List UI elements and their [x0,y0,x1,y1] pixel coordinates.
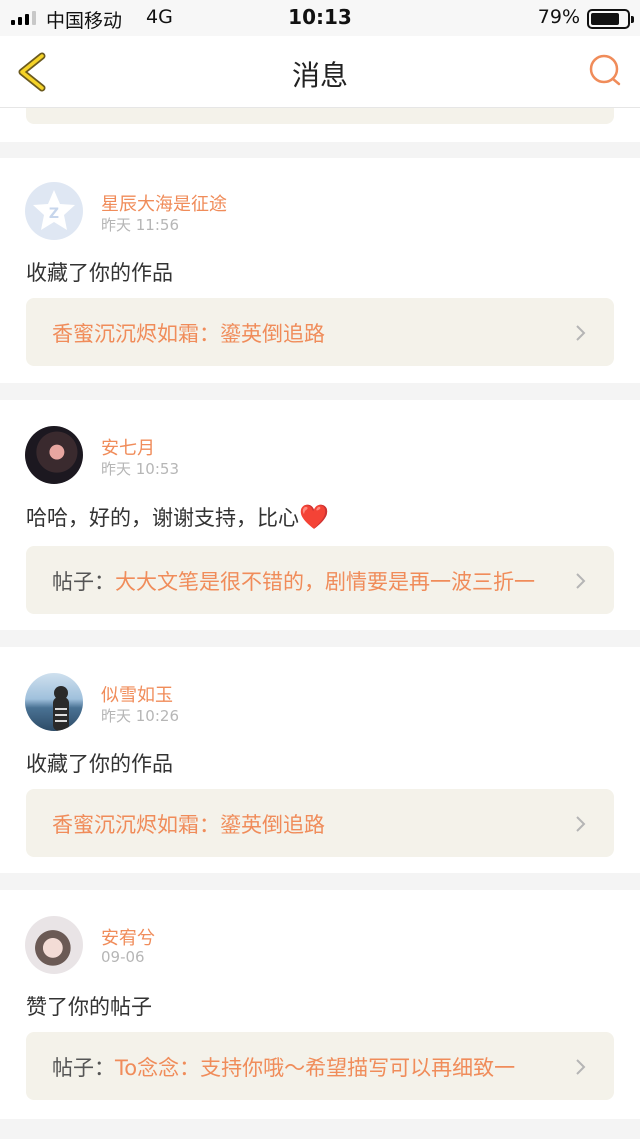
chevron-right-icon [576,1059,586,1075]
avatar-image [53,686,69,731]
battery-icon [587,9,634,29]
chevron-right-icon [576,573,586,589]
message-card-partial [0,108,640,142]
reference-text: 帖子：大大文笔是很不错的，剧情要是再一波三折一 [52,566,582,596]
reference-box[interactable]: 香蜜沉沉烬如霜：鎏英倒追路 [26,789,614,857]
username[interactable]: 安宥兮 [101,924,155,950]
reference-prefix: 帖子： [52,570,115,594]
reference-box-partial [26,108,614,124]
message-card[interactable]: 安宥兮 09-06 赞了你的帖子 帖子：To念念：支持你哦～希望描写可以再细致一 [0,890,640,1119]
reference-box[interactable]: 帖子：大大文笔是很不错的，剧情要是再一波三折一 [26,546,614,614]
message-card[interactable]: Z 星辰大海是征途 昨天 11:56 收藏了你的作品 香蜜沉沉烬如霜：鎏英倒追路 [0,158,640,383]
message-content: 收藏了你的作品 [26,261,173,285]
avatar[interactable]: Z [25,182,83,240]
timestamp: 昨天 10:26 [101,707,179,725]
message-card[interactable]: 安七月 昨天 10:53 哈哈，好的，谢谢支持，比心❤️ 帖子：大大文笔是很不错… [0,400,640,630]
message-content: 哈哈，好的，谢谢支持，比心❤️ [26,502,329,532]
message-content: 收藏了你的作品 [26,752,173,776]
navigation-bar: 消息 [0,36,640,108]
reference-text: 香蜜沉沉烬如霜：鎏英倒追路 [52,318,582,348]
timestamp: 昨天 10:53 [101,460,179,478]
message-card[interactable]: 似雪如玉 昨天 10:26 收藏了你的作品 香蜜沉沉烬如霜：鎏英倒追路 [0,647,640,873]
reference-box[interactable]: 帖子：To念念：支持你哦～希望描写可以再细致一 [26,1032,614,1100]
avatar[interactable] [25,916,83,974]
username[interactable]: 似雪如玉 [101,681,173,707]
search-icon [589,54,621,86]
page-title: 消息 [291,59,348,92]
timestamp: 09-06 [101,948,145,966]
message-content: 赞了你的帖子 [26,995,152,1019]
username[interactable]: 星辰大海是征途 [101,190,227,216]
heart-emoji: ❤️ [299,503,329,531]
username[interactable]: 安七月 [101,434,155,460]
reference-prefix: 帖子： [52,1056,115,1080]
avatar[interactable] [25,673,83,731]
search-button[interactable] [586,51,626,91]
reference-text: 香蜜沉沉烬如霜：鎏英倒追路 [52,809,582,839]
svg-text:Z: Z [49,206,59,222]
reference-title: 香蜜沉沉烬如霜：鎏英倒追路 [52,813,325,837]
default-avatar-icon: Z [33,190,75,230]
reference-box[interactable]: 香蜜沉沉烬如霜：鎏英倒追路 [26,298,614,366]
timestamp: 昨天 11:56 [101,216,179,234]
battery-percent: 79% [537,6,580,28]
reference-title: 大大文笔是很不错的，剧情要是再一波三折一 [115,570,535,594]
status-bar: 中国移动 4G 10:13 79% [0,0,640,36]
reference-title: 香蜜沉沉烬如霜：鎏英倒追路 [52,322,325,346]
avatar[interactable] [25,426,83,484]
reference-title: To念念：支持你哦～希望描写可以再细致一 [115,1056,516,1080]
message-text: 哈哈，好的，谢谢支持，比心 [26,506,299,530]
chevron-right-icon [576,325,586,341]
chevron-right-icon [576,816,586,832]
reference-text: 帖子：To念念：支持你哦～希望描写可以再细致一 [52,1052,582,1082]
